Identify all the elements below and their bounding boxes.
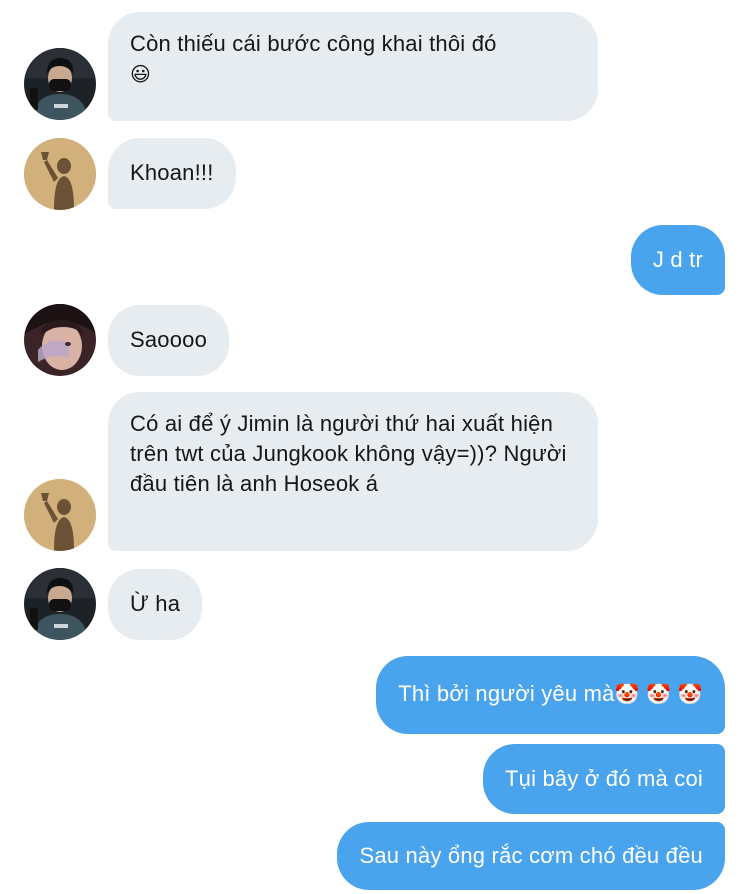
message-bubble-outgoing[interactable]: J d tr [630,225,725,295]
message-text: Tụi bây ở đó mà coi [505,766,703,791]
masked-person-avatar-icon [24,48,96,120]
avatar[interactable] [24,479,96,551]
message-text: Ừ ha [130,591,181,616]
smile-emoji-icon: 😃 [130,62,152,86]
message-text: Có ai để ý Jimin là người thứ hai xuất h… [130,411,573,496]
message-bubble-outgoing[interactable]: Tụi bây ở đó mà coi [483,744,725,814]
avatar[interactable] [24,48,96,120]
message-bubble-incoming[interactable]: Ừ ha [108,569,203,640]
message-bubble-incoming[interactable]: Có ai để ý Jimin là người thứ hai xuất h… [108,392,598,551]
shadow-silhouette-avatar-icon [24,479,96,551]
avatar[interactable] [24,304,96,376]
message-bubble-incoming[interactable]: Khoan!!! [108,138,236,209]
avatar[interactable] [24,568,96,640]
avatar[interactable] [24,138,96,210]
message-bubble-outgoing[interactable]: Sau này ổng rắc cơm chó đều đều [337,822,725,890]
clown-emoji-icon: 🤡 🤡 🤡 [614,682,703,706]
message-bubble-outgoing[interactable]: Thì bởi người yêu mà🤡 🤡 🤡 [376,656,725,734]
portrait-avatar-icon [24,304,96,376]
message-text: Còn thiếu cái bước công khai thôi đó [130,31,497,56]
message-bubble-incoming[interactable]: Saoooo [108,305,230,376]
shadow-silhouette-avatar-icon [24,138,96,210]
message-text: Sau này ổng rắc cơm chó đều đều [359,843,703,868]
message-text: Khoan!!! [130,160,214,185]
message-text: Thì bởi người yêu mà [398,681,615,706]
message-bubble-incoming[interactable]: Còn thiếu cái bước công khai thôi đó 😃 [108,12,598,121]
masked-person-avatar-icon [24,568,96,640]
message-text: Saoooo [130,327,208,352]
message-text: J d tr [652,247,703,272]
